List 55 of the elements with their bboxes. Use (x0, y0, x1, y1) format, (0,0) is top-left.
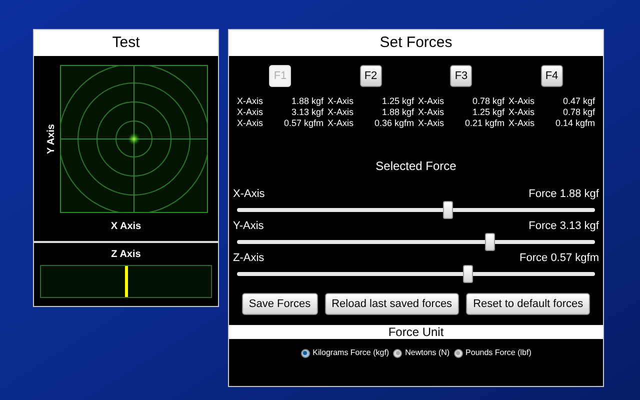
axis-name: X-Axis (508, 118, 535, 129)
preset-button[interactable]: F4 (540, 65, 563, 87)
radio-icon[interactable] (300, 348, 310, 358)
force-value: 3.13 kgf (291, 107, 324, 118)
force-value: 0.78 kgf (562, 107, 595, 118)
axis-name: X-Axis (328, 96, 354, 107)
force-value: 0.14 kgfm (555, 118, 595, 129)
axis-label: Y Axis (44, 124, 58, 154)
axis-name: X-Axis (328, 107, 354, 118)
axis-name: X-Axis (418, 107, 444, 118)
force-value: 0.78 kgf (472, 96, 504, 107)
axis-label: X Axis (110, 220, 142, 234)
axis-name: X-Axis (508, 96, 535, 107)
radio-option[interactable]: Kilograms Force (kgf) (300, 347, 390, 359)
axis-name: X-Axis (418, 118, 444, 129)
axis-name: X-Axis (418, 96, 444, 107)
slider-label: Y-Axis (233, 219, 264, 233)
axis-name: X-Axis (328, 118, 354, 129)
force-value: 0.47 kgf (562, 96, 595, 107)
force-reading: Force 0.57 kgfm (520, 251, 599, 265)
slider-track[interactable] (237, 201, 595, 219)
axis-label: Z Axis (111, 248, 141, 262)
section-heading: Selected Force (374, 158, 458, 175)
force-value: 0.36 kgfm (374, 118, 414, 129)
force-reading: Force 3.13 kgf (528, 219, 599, 233)
radio-option[interactable]: Pounds Force (lbf) (454, 347, 532, 359)
section-title: Force Unit (229, 325, 603, 339)
slider-thumb[interactable] (462, 265, 473, 283)
slider-label: X-Axis (233, 187, 265, 201)
axis-name: X-Axis (237, 118, 264, 129)
action-button[interactable]: Reset to default forces (466, 293, 590, 315)
slider-track[interactable] (237, 265, 595, 283)
force-value: 1.25 kgf (382, 96, 414, 107)
force-value: 0.57 kgfm (284, 118, 324, 129)
force-value: 1.25 kgf (472, 107, 504, 118)
slider-thumb[interactable] (443, 201, 454, 219)
preset-button[interactable]: F3 (450, 65, 472, 87)
radio-option[interactable]: Newtons (N) (393, 347, 450, 359)
force-value: 1.88 kgf (382, 107, 414, 118)
force-reading: Force 1.88 kgf (528, 187, 599, 201)
slider-track[interactable] (237, 233, 595, 251)
force-value: 0.21 kgfm (464, 118, 504, 129)
action-button[interactable]: Save Forces (242, 293, 318, 315)
radio-icon[interactable] (393, 348, 402, 358)
panel-title: Test (34, 30, 218, 56)
axis-name: X-Axis (237, 96, 264, 107)
panel-title: Set Forces (229, 30, 603, 56)
slider-label: Z-Axis (233, 251, 264, 265)
axis-name: X-Axis (237, 107, 264, 118)
axis-name: X-Axis (508, 107, 535, 118)
action-button[interactable]: Reload last saved forces (324, 293, 460, 315)
slider-thumb[interactable] (484, 233, 495, 251)
preset-button[interactable]: F2 (360, 65, 382, 87)
radio-icon[interactable] (454, 348, 463, 358)
force-value: 1.88 kgf (291, 96, 324, 107)
